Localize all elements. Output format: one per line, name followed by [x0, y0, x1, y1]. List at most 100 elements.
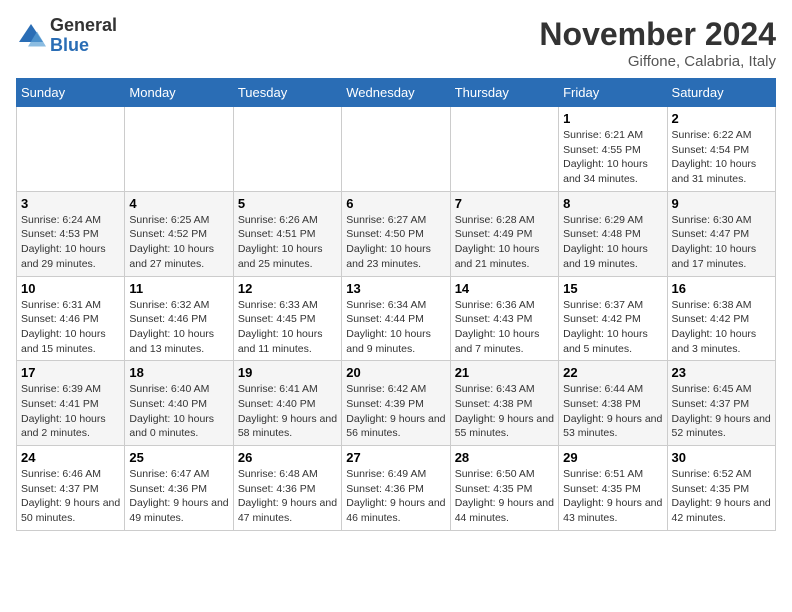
- day-number: 11: [129, 281, 228, 296]
- day-number: 7: [455, 196, 554, 211]
- day-number: 18: [129, 365, 228, 380]
- calendar-cell: 4 Sunrise: 6:25 AMSunset: 4:52 PMDaylight…: [125, 191, 233, 276]
- calendar-cell: 6 Sunrise: 6:27 AMSunset: 4:50 PMDaylight…: [342, 191, 450, 276]
- day-info: Sunrise: 6:41 AMSunset: 4:40 PMDaylight:…: [238, 382, 337, 441]
- calendar-cell: 13Sunrise: 6:34 AMSunset: 4:44 PMDayligh…: [342, 276, 450, 361]
- day-number: 19: [238, 365, 337, 380]
- day-number: 1: [563, 111, 662, 126]
- calendar-cell: 3 Sunrise: 6:24 AMSunset: 4:53 PMDaylight…: [17, 191, 125, 276]
- day-info: Sunrise: 6:43 AMSunset: 4:38 PMDaylight:…: [455, 382, 554, 441]
- day-info: Sunrise: 6:50 AMSunset: 4:35 PMDaylight:…: [455, 467, 554, 526]
- logo-text: General Blue: [50, 16, 117, 56]
- calendar-cell: [450, 107, 558, 192]
- weekday-header: Friday: [559, 79, 667, 107]
- page-header: General Blue November 2024 Giffone, Cala…: [16, 16, 776, 70]
- calendar-cell: 26 Sunrise: 6:48 AMSunset: 4:36 PMDayligh…: [233, 446, 341, 531]
- day-info: Sunrise: 6:22 AMSunset: 4:54 PMDaylight:…: [672, 128, 771, 187]
- day-number: 4: [129, 196, 228, 211]
- day-info: Sunrise: 6:49 AMSunset: 4:36 PMDaylight:…: [346, 467, 445, 526]
- day-info: Sunrise: 6:40 AMSunset: 4:40 PMDaylight:…: [129, 382, 228, 441]
- calendar-cell: [125, 107, 233, 192]
- day-info: Sunrise: 6:33 AMSunset: 4:45 PMDaylight:…: [238, 298, 337, 357]
- day-number: 3: [21, 196, 120, 211]
- calendar-cell: [17, 107, 125, 192]
- logo-icon: [16, 21, 46, 51]
- day-number: 9: [672, 196, 771, 211]
- day-number: 12: [238, 281, 337, 296]
- calendar-cell: 19 Sunrise: 6:41 AMSunset: 4:40 PMDayligh…: [233, 361, 341, 446]
- calendar-cell: 5 Sunrise: 6:26 AMSunset: 4:51 PMDaylight…: [233, 191, 341, 276]
- calendar-cell: 16 Sunrise: 6:38 AMSunset: 4:42 PMDayligh…: [667, 276, 775, 361]
- header-row: SundayMondayTuesdayWednesdayThursdayFrid…: [17, 79, 776, 107]
- day-info: Sunrise: 6:45 AMSunset: 4:37 PMDaylight:…: [672, 382, 771, 441]
- calendar-cell: 14Sunrise: 6:36 AMSunset: 4:43 PMDayligh…: [450, 276, 558, 361]
- calendar-cell: 27Sunrise: 6:49 AMSunset: 4:36 PMDayligh…: [342, 446, 450, 531]
- calendar-cell: 12 Sunrise: 6:33 AMSunset: 4:45 PMDayligh…: [233, 276, 341, 361]
- day-info: Sunrise: 6:47 AMSunset: 4:36 PMDaylight:…: [129, 467, 228, 526]
- day-info: Sunrise: 6:39 AMSunset: 4:41 PMDaylight:…: [21, 382, 120, 441]
- day-number: 25: [129, 450, 228, 465]
- calendar-header: SundayMondayTuesdayWednesdayThursdayFrid…: [17, 79, 776, 107]
- calendar-cell: 18 Sunrise: 6:40 AMSunset: 4:40 PMDayligh…: [125, 361, 233, 446]
- day-info: Sunrise: 6:24 AMSunset: 4:53 PMDaylight:…: [21, 213, 120, 272]
- calendar-cell: [342, 107, 450, 192]
- day-info: Sunrise: 6:51 AMSunset: 4:35 PMDaylight:…: [563, 467, 662, 526]
- day-number: 2: [672, 111, 771, 126]
- day-info: Sunrise: 6:26 AMSunset: 4:51 PMDaylight:…: [238, 213, 337, 272]
- calendar-cell: 30Sunrise: 6:52 AMSunset: 4:35 PMDayligh…: [667, 446, 775, 531]
- weekday-header: Thursday: [450, 79, 558, 107]
- calendar-cell: 17 Sunrise: 6:39 AMSunset: 4:41 PMDayligh…: [17, 361, 125, 446]
- day-info: Sunrise: 6:44 AMSunset: 4:38 PMDaylight:…: [563, 382, 662, 441]
- calendar-cell: 2 Sunrise: 6:22 AMSunset: 4:54 PMDaylight…: [667, 107, 775, 192]
- calendar-cell: 22 Sunrise: 6:44 AMSunset: 4:38 PMDayligh…: [559, 361, 667, 446]
- day-info: Sunrise: 6:30 AMSunset: 4:47 PMDaylight:…: [672, 213, 771, 272]
- day-number: 17: [21, 365, 120, 380]
- day-info: Sunrise: 6:25 AMSunset: 4:52 PMDaylight:…: [129, 213, 228, 272]
- logo: General Blue: [16, 16, 117, 56]
- day-info: Sunrise: 6:27 AMSunset: 4:50 PMDaylight:…: [346, 213, 445, 272]
- calendar-cell: 7Sunrise: 6:28 AMSunset: 4:49 PMDaylight…: [450, 191, 558, 276]
- logo-blue: Blue: [50, 36, 117, 56]
- day-number: 10: [21, 281, 120, 296]
- day-number: 16: [672, 281, 771, 296]
- calendar-cell: 29 Sunrise: 6:51 AMSunset: 4:35 PMDayligh…: [559, 446, 667, 531]
- calendar-week-row: 24Sunrise: 6:46 AMSunset: 4:37 PMDayligh…: [17, 446, 776, 531]
- calendar-week-row: 1Sunrise: 6:21 AMSunset: 4:55 PMDaylight…: [17, 107, 776, 192]
- weekday-header: Monday: [125, 79, 233, 107]
- day-number: 8: [563, 196, 662, 211]
- day-number: 6: [346, 196, 445, 211]
- title-block: November 2024 Giffone, Calabria, Italy: [539, 16, 776, 70]
- calendar-cell: 28 Sunrise: 6:50 AMSunset: 4:35 PMDayligh…: [450, 446, 558, 531]
- day-number: 29: [563, 450, 662, 465]
- location: Giffone, Calabria, Italy: [539, 53, 776, 70]
- day-number: 5: [238, 196, 337, 211]
- day-number: 13: [346, 281, 445, 296]
- day-info: Sunrise: 6:32 AMSunset: 4:46 PMDaylight:…: [129, 298, 228, 357]
- day-info: Sunrise: 6:29 AMSunset: 4:48 PMDaylight:…: [563, 213, 662, 272]
- day-info: Sunrise: 6:31 AMSunset: 4:46 PMDaylight:…: [21, 298, 120, 357]
- day-info: Sunrise: 6:48 AMSunset: 4:36 PMDaylight:…: [238, 467, 337, 526]
- day-number: 26: [238, 450, 337, 465]
- calendar-cell: 8 Sunrise: 6:29 AMSunset: 4:48 PMDaylight…: [559, 191, 667, 276]
- weekday-header: Saturday: [667, 79, 775, 107]
- day-number: 15: [563, 281, 662, 296]
- calendar-cell: 20Sunrise: 6:42 AMSunset: 4:39 PMDayligh…: [342, 361, 450, 446]
- calendar-body: 1Sunrise: 6:21 AMSunset: 4:55 PMDaylight…: [17, 107, 776, 531]
- day-info: Sunrise: 6:36 AMSunset: 4:43 PMDaylight:…: [455, 298, 554, 357]
- day-number: 22: [563, 365, 662, 380]
- calendar-cell: 10 Sunrise: 6:31 AMSunset: 4:46 PMDayligh…: [17, 276, 125, 361]
- calendar-table: SundayMondayTuesdayWednesdayThursdayFrid…: [16, 78, 776, 531]
- day-number: 28: [455, 450, 554, 465]
- calendar-cell: 15 Sunrise: 6:37 AMSunset: 4:42 PMDayligh…: [559, 276, 667, 361]
- day-info: Sunrise: 6:46 AMSunset: 4:37 PMDaylight:…: [21, 467, 120, 526]
- day-number: 23: [672, 365, 771, 380]
- calendar-week-row: 17 Sunrise: 6:39 AMSunset: 4:41 PMDayligh…: [17, 361, 776, 446]
- month-title: November 2024: [539, 16, 776, 53]
- day-number: 21: [455, 365, 554, 380]
- day-number: 30: [672, 450, 771, 465]
- calendar-cell: 11 Sunrise: 6:32 AMSunset: 4:46 PMDayligh…: [125, 276, 233, 361]
- weekday-header: Sunday: [17, 79, 125, 107]
- day-info: Sunrise: 6:38 AMSunset: 4:42 PMDaylight:…: [672, 298, 771, 357]
- day-info: Sunrise: 6:42 AMSunset: 4:39 PMDaylight:…: [346, 382, 445, 441]
- day-info: Sunrise: 6:37 AMSunset: 4:42 PMDaylight:…: [563, 298, 662, 357]
